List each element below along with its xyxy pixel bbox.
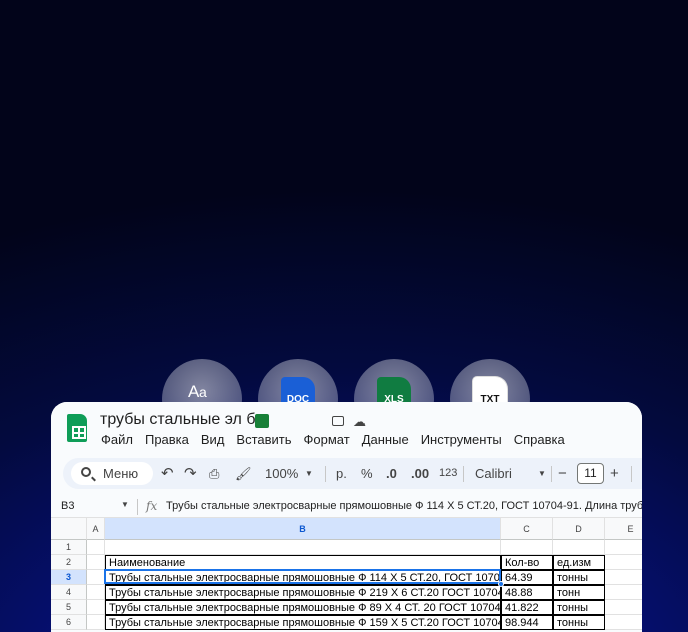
row-header-6[interactable]: 6 [51, 615, 87, 630]
zoom-select[interactable]: 100% [265, 458, 298, 489]
redo-icon[interactable]: ↷ [184, 458, 197, 489]
menu-search-label: Меню [103, 466, 139, 481]
cell-c1[interactable] [501, 540, 553, 555]
menu-data[interactable]: Данные [362, 432, 409, 447]
print-icon[interactable]: ⎙ [209, 458, 219, 489]
toolbar-divider [463, 466, 464, 482]
decrease-decimal-button[interactable]: .0 [386, 458, 397, 489]
cell-b6[interactable]: Трубы стальные электросварные прямошовны… [105, 615, 501, 630]
cell-c6[interactable]: 98.944 [501, 615, 553, 630]
column-header-a[interactable]: A [87, 518, 105, 540]
sheets-logo-icon[interactable] [67, 414, 87, 442]
fill-handle[interactable] [498, 581, 504, 587]
spreadsheet-window: трубы стальные эл б ☁ Файл Правка Вид Вс… [51, 402, 642, 632]
formula-divider [137, 499, 138, 515]
row-header-3[interactable]: 3 [51, 570, 87, 585]
column-header-c[interactable]: C [501, 518, 553, 540]
cell-e1[interactable] [605, 540, 642, 555]
column-header-b[interactable]: B [105, 518, 501, 540]
cell-e2[interactable] [605, 555, 642, 570]
cell-a5[interactable] [87, 600, 105, 615]
cell-c2[interactable]: Кол-во [501, 555, 553, 570]
corner-cell[interactable] [51, 518, 87, 540]
column-header-e[interactable]: E [605, 518, 642, 540]
cell-e6[interactable] [605, 615, 642, 630]
percent-format-button[interactable]: % [361, 458, 373, 489]
cell-b5[interactable]: Трубы стальные электросварные прямошовны… [105, 600, 501, 615]
cell-c4[interactable]: 48.88 [501, 585, 553, 600]
cell-d1[interactable] [553, 540, 605, 555]
menu-view[interactable]: Вид [201, 432, 225, 447]
move-folder-icon[interactable] [332, 416, 344, 426]
font-select[interactable]: Calibri [475, 458, 512, 489]
menu-search-input[interactable]: Меню [71, 462, 153, 485]
menu-tools[interactable]: Инструменты [421, 432, 502, 447]
cell-a1[interactable] [87, 540, 105, 555]
row-header-5[interactable]: 5 [51, 600, 87, 615]
menu-format[interactable]: Формат [304, 432, 350, 447]
formula-bar: B3 ▼ fx Трубы стальные электросварные пр… [51, 496, 642, 518]
number-format-button[interactable]: 123 [439, 458, 457, 489]
cell-e5[interactable] [605, 600, 642, 615]
cell-a3[interactable] [87, 570, 105, 585]
row-header-4[interactable]: 4 [51, 585, 87, 600]
row-header-2[interactable]: 2 [51, 555, 87, 570]
toolbar-divider [631, 466, 632, 482]
cell-d5[interactable]: тонны [553, 600, 605, 615]
menu-help[interactable]: Справка [514, 432, 565, 447]
svg-text:a: a [199, 384, 207, 400]
search-icon [81, 467, 91, 477]
cell-a6[interactable] [87, 615, 105, 630]
font-size-input[interactable]: 11 [577, 463, 604, 484]
fx-icon: fx [146, 499, 158, 513]
document-title[interactable]: трубы стальные эл б [100, 411, 256, 429]
cell-b1[interactable] [105, 540, 501, 555]
cell-a4[interactable] [87, 585, 105, 600]
cell-d2[interactable]: ед.изм [553, 555, 605, 570]
cell-e4[interactable] [605, 585, 642, 600]
cell-e3[interactable] [605, 570, 642, 585]
file-type-badge-icon [255, 414, 269, 428]
cell-c3[interactable]: 64.39 [501, 570, 553, 585]
cell-d3[interactable]: тонны [553, 570, 605, 585]
increase-decimal-button[interactable]: .00 [411, 458, 429, 489]
menu-insert[interactable]: Вставить [236, 432, 291, 447]
name-box[interactable]: B3 [61, 500, 74, 512]
row-header-1[interactable]: 1 [51, 540, 87, 555]
cell-b2[interactable]: Наименование [105, 555, 501, 570]
menu-bar: Файл Правка Вид Вставить Формат Данные И… [101, 432, 577, 447]
menu-file[interactable]: Файл [101, 432, 133, 447]
font-chevron-down-icon[interactable]: ▼ [538, 458, 546, 489]
decrease-font-size-button[interactable]: − [558, 458, 567, 489]
toolbar-divider [325, 466, 326, 482]
toolbar: Меню ↶ ↷ ⎙ 🖌 100% ▼ р. % .0 .00 123 Cali… [63, 458, 642, 489]
formula-input[interactable]: Трубы стальные электросварные прямошовны… [166, 500, 642, 512]
increase-font-size-button[interactable]: + [610, 458, 619, 489]
currency-format-button[interactable]: р. [336, 458, 347, 489]
cell-a2[interactable] [87, 555, 105, 570]
cloud-status-icon[interactable]: ☁ [353, 414, 366, 430]
column-header-d[interactable]: D [553, 518, 605, 540]
titlebar: трубы стальные эл б ☁ Файл Правка Вид Вс… [51, 402, 642, 454]
cell-b3[interactable]: Трубы стальные электросварные прямошовны… [105, 570, 501, 585]
cell-d6[interactable]: тонны [553, 615, 605, 630]
undo-icon[interactable]: ↶ [161, 458, 174, 489]
toolbar-divider [551, 466, 552, 482]
cell-d4[interactable]: тонн [553, 585, 605, 600]
name-box-chevron-down-icon[interactable]: ▼ [121, 500, 129, 509]
cell-b4[interactable]: Трубы стальные электросварные прямошовны… [105, 585, 501, 600]
menu-edit[interactable]: Правка [145, 432, 189, 447]
zoom-chevron-down-icon[interactable]: ▼ [305, 458, 313, 489]
cell-c5[interactable]: 41.822 [501, 600, 553, 615]
paint-format-icon[interactable]: 🖌 [235, 458, 252, 489]
